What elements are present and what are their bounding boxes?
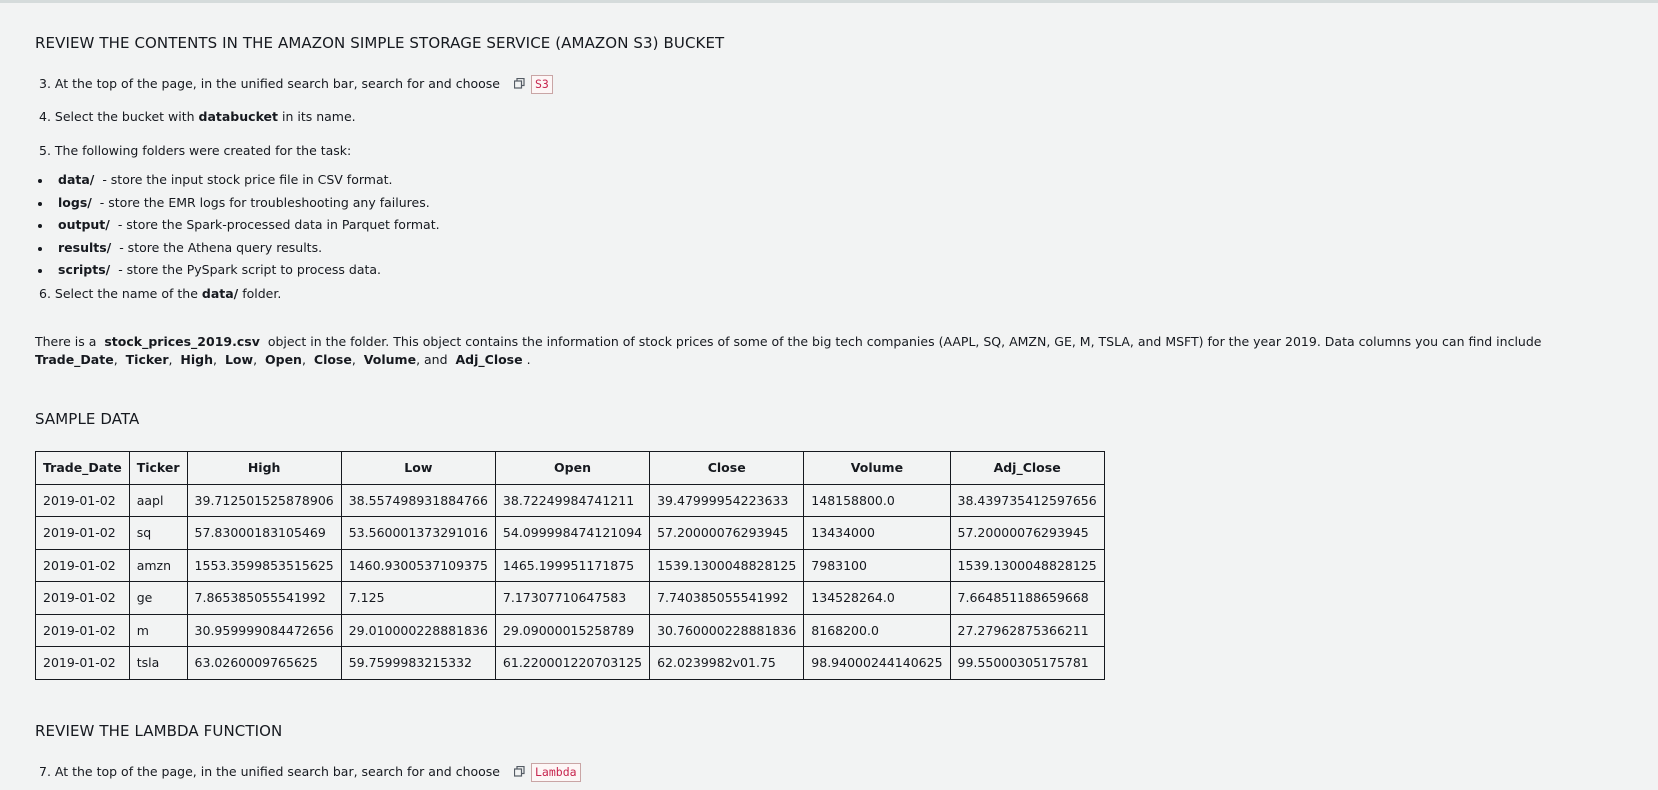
section-heading-lambda: REVIEW THE LAMBDA FUNCTION [35,722,283,740]
column-header: Adj_Close [949,451,1105,485]
sample-data-table: Trade_Date Ticker High Low Open Close Vo… [35,451,1105,680]
step-5: 5. The following folders were created fo… [39,143,352,158]
table-cell: ge [128,581,188,615]
table-row: 2019-01-02 aapl 39.712501525878906 38.55749… [35,483,1105,517]
table-cell: 57.83000183105469 [186,516,342,550]
list-item: scripts/ - store the PySpark script to p… [35,262,440,285]
table-cell: 59.7599983215332 [340,646,496,680]
table-cell: 39.47999954223633 [649,483,805,517]
column-header: Trade_Date [35,451,130,485]
column-header: Low [340,451,496,485]
step-7: 7. At the top of the page, in the unifie… [39,763,581,782]
table-cell: 29.09000015258789 [494,613,651,647]
table-cell: 2019-01-02 [35,581,130,615]
section-heading-sample-data: SAMPLE DATA [35,410,140,428]
table-body: 2019-01-02 aapl 39.712501525878906 38.55749… [35,483,1105,680]
table-cell: 7.17307710647583 [494,581,651,615]
table-row: 2019-01-02 ge 7.865385055541992 7.125 7.1730… [35,581,1105,615]
table-cell: 62.0239982v01.75 [649,646,805,680]
step-6: 6. Select the name of the data/ folder. [39,286,282,301]
list-item: results/ - store the Athena query result… [35,240,440,263]
table-cell: 7.125 [340,581,496,615]
folder-list: data/ - store the input stock price file… [35,172,440,285]
table-header-row: Trade_Date Ticker High Low Open Close Vo… [35,451,1105,485]
column-header: Open [494,451,651,485]
table-row: 2019-01-02 m 30.959999084472656 29.01000022… [35,613,1105,647]
table-cell: 38.72249984741211 [494,483,651,517]
table-row: 2019-01-02 sq 57.83000183105469 53.56000137… [35,516,1105,550]
section-heading-s3: REVIEW THE CONTENTS IN THE AMAZON SIMPLE… [35,34,725,52]
table-cell: 53.560001373291016 [340,516,496,550]
table-cell: 1539.1300048828125 [649,548,805,582]
table-cell: 27.27962875366211 [949,613,1105,647]
step-3: 3. At the top of the page, in the unifie… [39,75,553,94]
table-cell: 38.557498931884766 [340,483,496,517]
table-cell: 57.20000076293945 [649,516,805,550]
table-cell: sq [128,516,188,550]
table-cell: m [128,613,188,647]
table-cell: 2019-01-02 [35,516,130,550]
table-cell: 39.712501525878906 [186,483,342,517]
copy-icon[interactable] [513,77,525,89]
copy-icon[interactable] [513,765,525,777]
table-cell: 30.760000228881836 [649,613,805,647]
table-row: 2019-01-02 amzn 1553.3599853515625 1460.930… [35,548,1105,582]
top-divider [0,0,1658,3]
table-cell: 148158800.0 [803,483,951,517]
table-cell: 38.439735412597656 [949,483,1105,517]
table-cell: 7.865385055541992 [186,581,342,615]
table-row: 2019-01-02 tsla 63.0260009765625 59.7599983… [35,646,1105,680]
table-cell: 29.010000228881836 [340,613,496,647]
table-cell: 7.664851188659668 [949,581,1105,615]
table-cell: 7.740385055541992 [649,581,805,615]
description-paragraph: There is a stock_prices_2019.csv object … [35,334,1542,367]
table-cell: 2019-01-02 [35,483,130,517]
table-cell: 134528264.0 [803,581,951,615]
table-cell: 2019-01-02 [35,646,130,680]
table-cell: tsla [128,646,188,680]
table-cell: aapl [128,483,188,517]
table-cell: 57.20000076293945 [949,516,1105,550]
folder-name: data/ [201,286,239,301]
column-header: Ticker [128,451,188,485]
table-cell: 30.959999084472656 [186,613,342,647]
table-cell: 61.220001220703125 [494,646,651,680]
table-cell: 98.94000244140625 [803,646,951,680]
table-cell: 1465.199951171875 [494,548,651,582]
table-cell: 7983100 [803,548,951,582]
table-cell: 13434000 [803,516,951,550]
lambda-code-chip[interactable]: Lambda [531,763,581,782]
table-cell: 2019-01-02 [35,613,130,647]
list-item: logs/ - store the EMR logs for troublesh… [35,195,440,218]
table-cell: 1539.1300048828125 [949,548,1105,582]
table-cell: 1460.9300537109375 [340,548,496,582]
column-header: Close [649,451,805,485]
table-cell: 99.55000305175781 [949,646,1105,680]
list-item: data/ - store the input stock price file… [35,172,440,195]
file-name: stock_prices_2019.csv [104,334,260,349]
s3-code-chip[interactable]: S3 [531,75,553,94]
table-cell: 1553.3599853515625 [186,548,342,582]
table-cell: amzn [128,548,188,582]
column-header: Volume [803,451,951,485]
column-header: High [186,451,342,485]
table-cell: 54.099998474121094 [494,516,651,550]
list-item: output/ - store the Spark-processed data… [35,217,440,240]
step-4: 4. Select the bucket with databucket in … [39,109,356,124]
table-cell: 8168200.0 [803,613,951,647]
table-cell: 2019-01-02 [35,548,130,582]
bucket-name: databucket [198,109,278,124]
table-cell: 63.0260009765625 [186,646,342,680]
